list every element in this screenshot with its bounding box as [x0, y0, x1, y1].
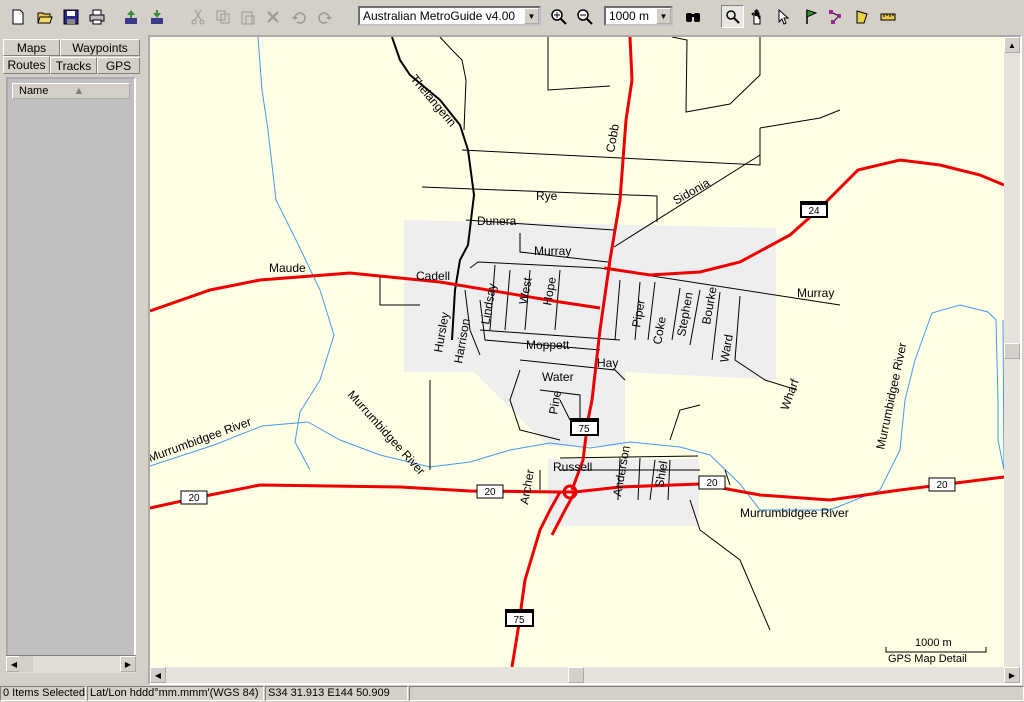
- pan-tool-icon[interactable]: [746, 5, 769, 28]
- tab-waypoints[interactable]: Waypoints: [60, 39, 140, 56]
- shield-20: 20: [180, 490, 208, 505]
- print-icon[interactable]: [85, 5, 108, 28]
- shield-75: 75: [505, 609, 534, 627]
- map-horizontal-scrollbar[interactable]: ◀: [150, 667, 1004, 683]
- road-label: Hay: [597, 356, 618, 370]
- send-to-device-icon[interactable]: [119, 5, 142, 28]
- tab-label: Waypoints: [72, 40, 128, 55]
- sidebar: Maps Waypoints Routes Tracks GPS Name ▲ …: [0, 35, 146, 685]
- road-label: Water: [542, 370, 574, 384]
- cut-icon[interactable]: [186, 5, 209, 28]
- scroll-up-icon[interactable]: ▲: [1004, 37, 1020, 53]
- tab-label: Tracks: [55, 58, 92, 73]
- delete-icon[interactable]: [261, 5, 284, 28]
- zoom-in-icon[interactable]: [547, 5, 570, 28]
- road-label: Russell: [553, 460, 592, 474]
- status-bar: 0 Items Selected Lat/Lon hddd°mm.mmm'(WG…: [0, 685, 1024, 702]
- tab-maps[interactable]: Maps: [3, 39, 60, 56]
- routes-list[interactable]: Name ▲: [6, 77, 136, 673]
- toolbar: Australian MetroGuide v4.00 ▼ 1000 m ▼: [0, 0, 1024, 35]
- new-icon[interactable]: [6, 5, 29, 28]
- road-label: Moppett: [526, 338, 570, 352]
- road-label: Cadell: [416, 269, 450, 283]
- scroll-thumb[interactable]: [1004, 343, 1020, 359]
- shield-20: 20: [476, 484, 504, 499]
- tab-routes[interactable]: Routes: [3, 56, 50, 74]
- svg-text:75: 75: [578, 424, 590, 435]
- area-tool-icon[interactable]: [850, 5, 873, 28]
- scroll-right-icon[interactable]: ▶: [1004, 667, 1020, 683]
- tab-gps[interactable]: GPS: [97, 57, 140, 74]
- map-product-select[interactable]: Australian MetroGuide v4.00 ▼: [358, 6, 541, 26]
- map-product-value: Australian MetroGuide v4.00: [363, 9, 516, 23]
- receive-from-device-icon[interactable]: [145, 5, 168, 28]
- scroll-thumb[interactable]: [568, 667, 584, 683]
- map-vertical-scrollbar[interactable]: ▲: [1004, 37, 1020, 667]
- chevron-down-icon[interactable]: ▼: [524, 8, 539, 24]
- find-icon[interactable]: [681, 5, 704, 28]
- open-icon[interactable]: [33, 5, 56, 28]
- tab-label: Maps: [16, 40, 47, 55]
- road-label: Rye: [536, 189, 558, 203]
- tab-label: Routes: [7, 58, 46, 72]
- svg-text:20: 20: [706, 478, 718, 489]
- zoom-tool-icon[interactable]: [721, 5, 744, 28]
- paste-icon[interactable]: [236, 5, 259, 28]
- road-label: Dunera: [477, 214, 517, 228]
- sidebar-horizontal-scrollbar[interactable]: ◀ ▶: [6, 655, 136, 673]
- svg-text:20: 20: [936, 480, 948, 491]
- status-empty-panel: [409, 686, 1024, 701]
- zoom-out-icon[interactable]: [573, 5, 596, 28]
- svg-text:GPS Map Detail: GPS Map Detail: [888, 653, 967, 665]
- coord-format-status: Lat/Lon hddd°mm.mmm'(WGS 84): [87, 686, 264, 701]
- tab-label: GPS: [105, 58, 132, 73]
- copy-icon[interactable]: [211, 5, 234, 28]
- shield-75: 75: [570, 418, 599, 436]
- road-label: Maude: [269, 261, 306, 275]
- shield-24: 24: [800, 201, 828, 218]
- column-header-label: Name: [19, 85, 49, 97]
- svg-text:1000 m: 1000 m: [915, 637, 952, 649]
- road-label: Murray: [534, 244, 571, 258]
- save-icon[interactable]: [59, 5, 82, 28]
- scroll-thumb[interactable]: [19, 656, 33, 672]
- zoom-level-value: 1000 m: [609, 9, 650, 23]
- column-header-name[interactable]: Name ▲: [12, 83, 130, 99]
- road-label: Murray: [797, 286, 834, 300]
- tab-tracks[interactable]: Tracks: [50, 57, 97, 74]
- route-tool-icon[interactable]: [824, 5, 847, 28]
- scroll-left-icon[interactable]: ◀: [150, 667, 166, 683]
- svg-text:75: 75: [513, 615, 525, 626]
- undo-icon[interactable]: [287, 5, 310, 28]
- shield-20: 20: [928, 477, 956, 492]
- sort-ascending-icon: ▲: [73, 85, 85, 97]
- map-view[interactable]: 24 75 75 20 20 20 20 Thelangerin Cobb Ry…: [148, 35, 1022, 685]
- svg-text:24: 24: [808, 206, 820, 217]
- svg-text:20: 20: [188, 493, 200, 504]
- redo-icon[interactable]: [313, 5, 336, 28]
- select-tool-icon[interactable]: [771, 5, 794, 28]
- selection-status: 0 Items Selected: [0, 686, 86, 701]
- svg-text:20: 20: [484, 487, 496, 498]
- river-label: Murrumbidgee River: [740, 506, 849, 520]
- measure-tool-icon[interactable]: [876, 5, 899, 28]
- chevron-down-icon[interactable]: ▼: [656, 8, 671, 24]
- cursor-position-status: S34 31.913 E144 50.909: [265, 686, 408, 701]
- scroll-right-icon[interactable]: ▶: [120, 656, 136, 672]
- zoom-level-select[interactable]: 1000 m ▼: [604, 6, 673, 26]
- waypoint-tool-icon[interactable]: [799, 5, 822, 28]
- shield-20: 20: [698, 475, 726, 490]
- map-canvas[interactable]: 24 75 75 20 20 20 20 Thelangerin Cobb Ry…: [150, 37, 1004, 667]
